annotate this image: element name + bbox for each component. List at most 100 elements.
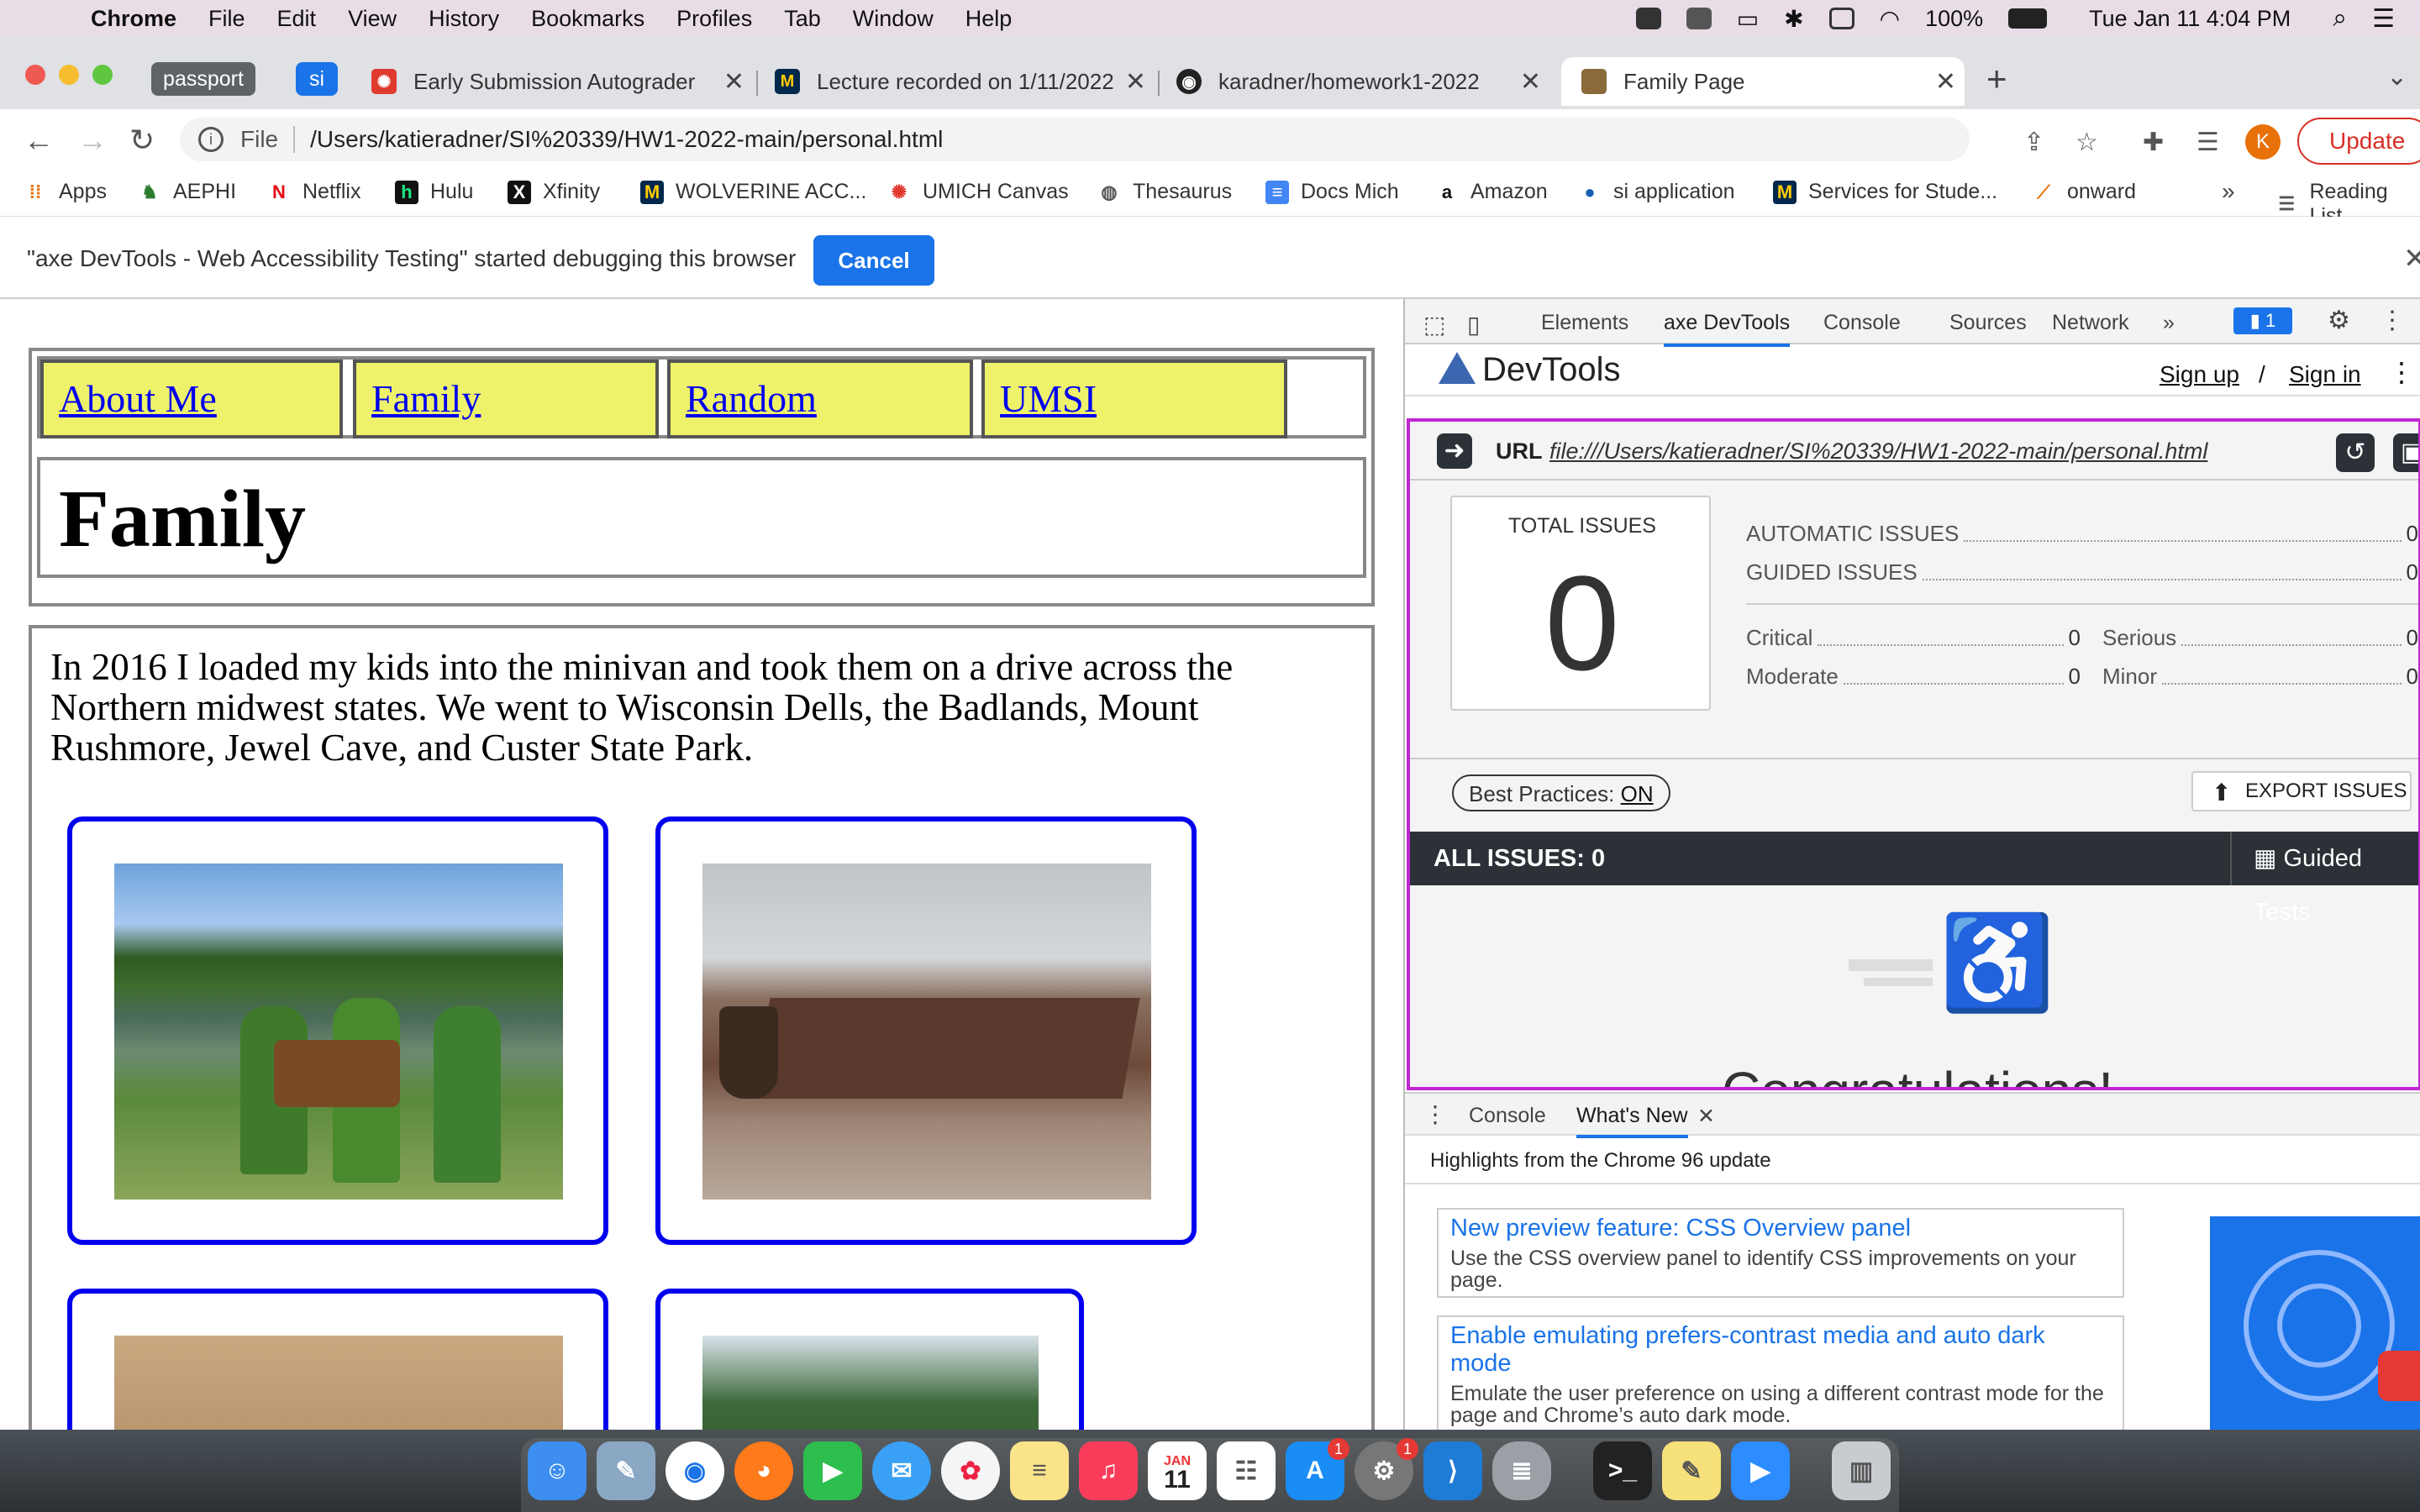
devtools-tab-console[interactable]: Console <box>1823 311 1901 335</box>
terminal-icon[interactable]: >_ <box>1593 1441 1652 1500</box>
news-item[interactable]: New preview feature: CSS Overview panel … <box>1437 1208 2124 1298</box>
nav-link-random[interactable]: Random <box>686 377 817 420</box>
chrome-update-video-thumbnail[interactable] <box>2210 1216 2420 1430</box>
bookmark-amazon[interactable]: a Amazon <box>1435 180 1548 204</box>
zoom-status-icon[interactable] <box>1635 8 1661 29</box>
spotlight-search-icon[interactable]: ⌕ <box>2333 4 2347 33</box>
database-icon[interactable]: ≣ <box>1492 1441 1551 1500</box>
close-tab-icon[interactable]: ✕ <box>1125 67 1146 97</box>
facetime-icon[interactable]: ▶ <box>803 1441 862 1500</box>
bookmark-si-application[interactable]: ● si application <box>1578 180 1734 204</box>
flag-icon[interactable] <box>1686 8 1712 29</box>
bookmark-aephi[interactable]: ♞ AEPHI <box>138 180 236 204</box>
export-issues-button[interactable]: ⬆ EXPORT ISSUES <box>2191 771 2412 811</box>
music-icon[interactable]: ♫ <box>1079 1441 1138 1500</box>
tab-github-homework[interactable]: ◉ karadner/homework1-2022 ✕ <box>1176 57 1549 106</box>
more-options-icon[interactable]: ⋮ <box>2380 306 2405 335</box>
bookmarks-overflow-chevron-icon[interactable]: » <box>2222 178 2235 205</box>
close-window-button[interactable] <box>25 65 45 85</box>
close-tab-icon[interactable]: ✕ <box>723 67 744 97</box>
moderate-row[interactable]: Moderate 0 <box>1746 664 2081 690</box>
chrome-icon[interactable]: ◉ <box>666 1441 724 1500</box>
bookmark-umich-canvas[interactable]: ✺ UMICH Canvas <box>887 180 1069 204</box>
automatic-issues-row[interactable]: AUTOMATIC ISSUES 0 <box>1746 521 2418 547</box>
news-title[interactable]: Enable emulating prefers-contrast media … <box>1450 1322 2111 1378</box>
close-tab-icon[interactable]: ✕ <box>1520 67 1541 97</box>
calendar-icon[interactable]: JAN 11 <box>1148 1441 1207 1500</box>
bookmark-docs-mich[interactable]: ≡ Docs Mich <box>1265 180 1399 204</box>
photos-icon[interactable]: ✿ <box>941 1441 1000 1500</box>
trash-icon[interactable]: ▥ <box>1832 1441 1891 1500</box>
best-practices-toggle[interactable]: Best Practices: ON <box>1452 774 1670 811</box>
inspect-element-icon[interactable]: ⬚ <box>1423 311 1445 339</box>
profile-avatar[interactable]: K <box>2245 124 2281 160</box>
reminders-icon[interactable]: ☷ <box>1217 1441 1276 1500</box>
minimize-window-button[interactable] <box>59 65 79 85</box>
close-drawer-tab-icon[interactable]: ✕ <box>1697 1104 1715 1129</box>
close-tab-icon[interactable]: ✕ <box>1935 67 1956 97</box>
more-tabs-chevron-icon[interactable]: » <box>2163 311 2175 335</box>
sign-up-link[interactable]: Sign up <box>2160 361 2239 388</box>
scanned-url-link[interactable]: file:///Users/katieradner/SI%20339/HW1-2… <box>1549 438 2207 465</box>
reading-queue-icon[interactable]: ☰ <box>2196 128 2219 157</box>
nav-link-umsi[interactable]: UMSI <box>1000 377 1097 420</box>
rescan-icon[interactable]: ↺ <box>2336 433 2375 472</box>
back-arrow-icon[interactable]: ← <box>24 123 54 158</box>
axe-menu-icon[interactable]: ⋮ <box>2388 356 2415 388</box>
zoom-window-button[interactable] <box>92 65 113 85</box>
drawer-menu-icon[interactable]: ⋮ <box>1423 1100 1447 1128</box>
menu-view[interactable]: View <box>348 6 397 32</box>
nav-link-family[interactable]: Family <box>371 377 481 420</box>
menu-window[interactable]: Window <box>853 6 934 32</box>
zoom-icon[interactable]: ▶ <box>1731 1441 1790 1500</box>
close-infobar-icon[interactable]: ✕ <box>2403 242 2420 276</box>
bookmark-services-for-students[interactable]: M Services for Stude... <box>1773 180 1997 204</box>
site-info-icon[interactable]: i <box>198 127 224 152</box>
cancel-debugging-button[interactable]: Cancel <box>813 235 934 286</box>
clock[interactable]: Tue Jan 11 4:04 PM <box>2089 6 2291 32</box>
messages-icon[interactable]: ✉ <box>872 1441 931 1500</box>
reload-icon[interactable]: ↻ <box>129 123 155 158</box>
drawer-tab-console[interactable]: Console <box>1469 1104 1546 1128</box>
bookmark-wolverine-access[interactable]: M WOLVERINE ACC... <box>640 180 866 204</box>
bluetooth-icon[interactable]: ✱ <box>1784 5 1803 33</box>
vscode-icon[interactable]: ⟩ <box>1423 1441 1482 1500</box>
issues-badge[interactable]: ▮ 1 <box>2233 307 2292 334</box>
tab-lecture-recorded[interactable]: M Lecture recorded on 1/11/2022 ✕ <box>775 57 1155 106</box>
bookmark-star-icon[interactable]: ☆ <box>2075 128 2098 157</box>
bookmark-hulu[interactable]: h Hulu <box>395 180 473 204</box>
update-button[interactable]: Update <box>2297 118 2420 165</box>
bookmark-onward[interactable]: ⟋ onward <box>2032 180 2136 204</box>
battery-icon[interactable] <box>2008 8 2048 29</box>
airplay-icon[interactable]: ▭ <box>1737 5 1759 33</box>
device-toolbar-icon[interactable]: ▯ <box>1467 311 1480 339</box>
extensions-puzzle-icon[interactable]: ✚ <box>2143 128 2164 157</box>
tab-family-page[interactable]: Family Page ✕ <box>1561 57 1965 106</box>
tab-group-si[interactable]: si <box>296 62 338 96</box>
menu-bookmarks[interactable]: Bookmarks <box>531 6 644 32</box>
sign-in-link[interactable]: Sign in <box>2289 361 2361 388</box>
menu-history[interactable]: History <box>429 6 499 32</box>
stickies-icon[interactable]: ✎ <box>1662 1441 1721 1500</box>
guided-issues-row[interactable]: GUIDED ISSUES 0 <box>1746 559 2418 585</box>
finder-icon[interactable]: ☺ <box>528 1441 587 1500</box>
devtools-tab-axe[interactable]: axe DevTools <box>1664 311 1791 347</box>
critical-row[interactable]: Critical 0 <box>1746 625 2081 651</box>
address-bar[interactable]: i File /Users/katieradner/SI%20339/HW1-2… <box>180 118 1970 161</box>
tab-search-chevron-icon[interactable]: ⌄ <box>2386 62 2407 92</box>
news-item[interactable]: Enable emulating prefers-contrast media … <box>1437 1315 2124 1430</box>
tab-early-submission[interactable]: ✺ Early Submission Autograder ✕ <box>371 57 753 106</box>
menu-file[interactable]: File <box>208 6 245 32</box>
new-tab-button[interactable]: + <box>1986 59 2007 99</box>
keyboard-icon[interactable] <box>1828 8 1854 29</box>
firefox-icon[interactable]: ◕ <box>734 1441 793 1500</box>
bookmark-thesaurus[interactable]: ◍ Thesaurus <box>1097 180 1232 204</box>
drawer-tab-whats-new[interactable]: What's New <box>1576 1104 1688 1138</box>
settings-gear-icon[interactable]: ⚙ <box>2328 306 2350 335</box>
devtools-tab-elements[interactable]: Elements <box>1541 311 1628 335</box>
bookmark-apps[interactable]: ⁞⁞ Apps <box>24 180 107 204</box>
wifi-icon[interactable]: ◠ <box>1880 5 1900 33</box>
bookmark-netflix[interactable]: N Netflix <box>267 180 360 204</box>
news-title[interactable]: New preview feature: CSS Overview panel <box>1450 1215 2111 1242</box>
menu-help[interactable]: Help <box>965 6 1013 32</box>
